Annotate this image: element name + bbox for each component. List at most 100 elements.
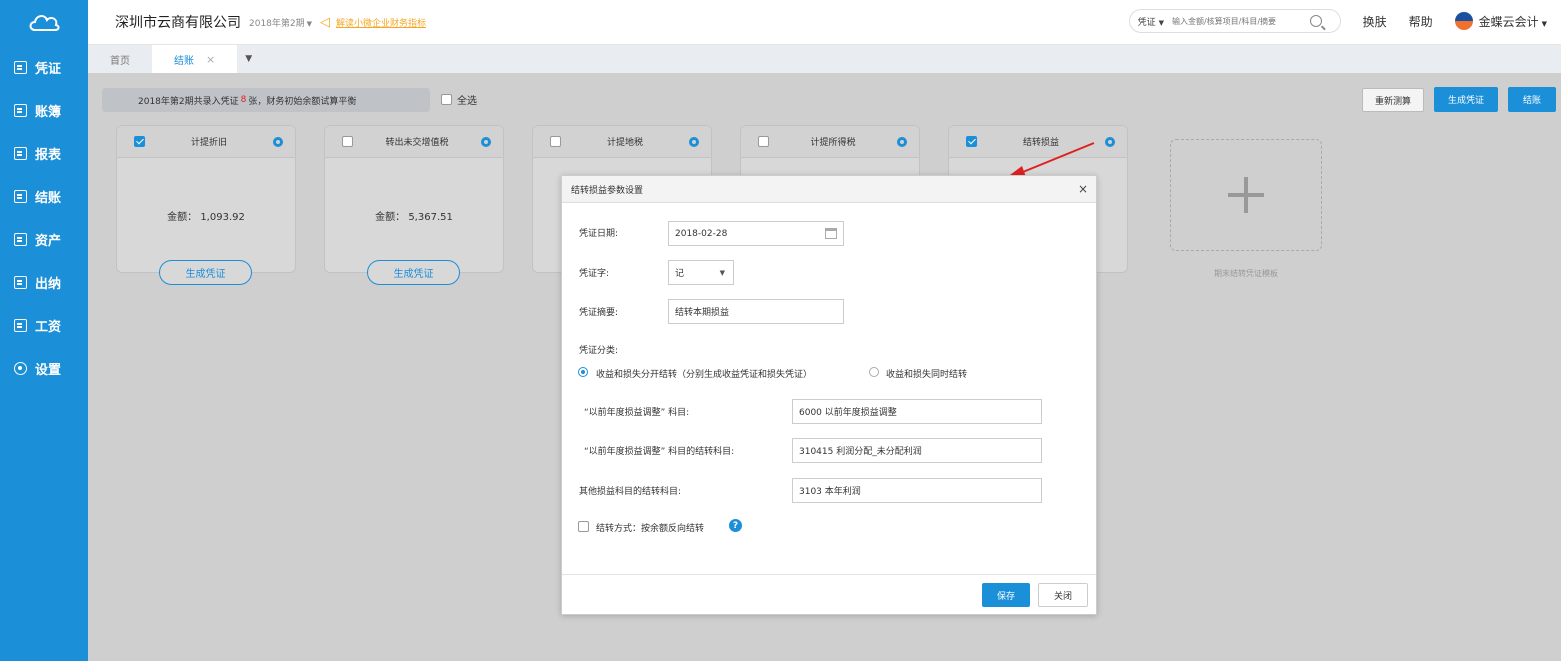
select-all-label: 全选 xyxy=(457,96,477,107)
card-checkbox[interactable] xyxy=(966,136,977,147)
ledger-icon xyxy=(14,104,27,117)
other-transfer-field[interactable]: 3103 本年利润 xyxy=(792,478,1042,503)
sidebar-item-assets[interactable]: 资产 xyxy=(0,218,88,261)
gear-icon[interactable] xyxy=(689,136,699,147)
sidebar-item-label: 设置 xyxy=(35,363,62,378)
close-button[interactable]: 关闭 xyxy=(1038,583,1088,607)
gear-icon[interactable] xyxy=(1105,136,1115,147)
voucher-count: 8 xyxy=(240,95,247,105)
add-template-tile[interactable] xyxy=(1170,139,1322,251)
dialog-footer: 保存 关闭 xyxy=(562,574,1096,614)
prior-transfer-field[interactable]: 310415 利润分配_未分配利润 xyxy=(792,438,1042,463)
payroll-icon xyxy=(14,319,27,332)
tab-label: 结账 xyxy=(174,55,194,67)
tab-label: 首页 xyxy=(110,55,130,67)
cloud-icon xyxy=(29,15,60,31)
gear-icon xyxy=(14,362,27,375)
voucher-word-label: 凭证字: xyxy=(579,269,610,279)
sidebar-item-label: 报表 xyxy=(35,148,62,163)
sidebar-item-label: 结账 xyxy=(35,191,62,206)
top-bar: 深圳市云商有限公司 2018年第2期▼ ◁ 解读小微企业财务指标 凭证▼ 换肤 … xyxy=(88,0,1561,45)
add-template-label: 期末结转凭证模板 xyxy=(1214,269,1278,278)
search-input[interactable] xyxy=(1171,16,1304,26)
profit-loss-settings-dialog: 结转损益参数设置 × 凭证日期: 2018-02-28 凭证字: 记 ▼ 凭证摘… xyxy=(561,175,1097,615)
radio-combined-label: 收益和损失同时结转 xyxy=(886,370,968,380)
card-checkbox[interactable] xyxy=(134,136,145,147)
voucher-word-select[interactable]: 记 ▼ xyxy=(668,260,734,285)
card-header: 计提折旧 xyxy=(117,126,295,158)
search-type-label: 凭证 xyxy=(1137,17,1156,28)
notice-link[interactable]: 解读小微企业财务指标 xyxy=(336,16,426,29)
sidebar-item-label: 账簿 xyxy=(35,105,62,120)
period-selector[interactable]: 2018年第2期 ▼ xyxy=(249,16,312,29)
sidebar-item-label: 出纳 xyxy=(35,277,62,292)
gear-icon[interactable] xyxy=(897,136,907,147)
card-depreciation: 计提折旧 金额： 1,093.92 生成凭证 xyxy=(116,125,296,285)
skin-link[interactable]: 换肤 xyxy=(1363,13,1387,30)
date-value: 2018-02-28 xyxy=(675,228,728,239)
summary-value: 结转本期损益 xyxy=(675,308,730,318)
tab-more-icon[interactable]: ▼ xyxy=(245,45,252,73)
radio-separate-transfer[interactable] xyxy=(578,367,588,377)
save-button[interactable]: 保存 xyxy=(982,583,1030,607)
sidebar-item-cashier[interactable]: 出纳 xyxy=(0,261,88,304)
card-title: 计提折旧 xyxy=(190,138,227,148)
tab-bar: 首页 结账 × ▼ xyxy=(88,45,1561,73)
tab-home[interactable]: 首页 xyxy=(88,45,152,73)
card-vat-transfer: 转出未交增值税 金额： 5,367.51 生成凭证 xyxy=(324,125,504,285)
caret-down-icon: ▼ xyxy=(306,19,313,28)
close-icon[interactable]: × xyxy=(206,53,215,66)
gear-icon[interactable] xyxy=(481,136,491,147)
avatar[interactable] xyxy=(1454,12,1473,30)
close-period-button[interactable]: 结账 xyxy=(1508,87,1556,112)
sidebar: 凭证 账簿 报表 结账 资产 出纳 工资 设置 xyxy=(0,0,88,661)
other-transfer-label: 其他损益科目的结转科目: xyxy=(579,487,682,497)
prior-adjustment-label: “以前年度损益调整” 科目: xyxy=(584,408,690,418)
card-checkbox[interactable] xyxy=(758,136,769,147)
calendar-icon[interactable] xyxy=(825,228,837,239)
closing-icon xyxy=(14,190,27,203)
radio-combined-transfer[interactable] xyxy=(869,367,879,377)
help-link[interactable]: 帮助 xyxy=(1409,13,1433,30)
sidebar-item-settings[interactable]: 设置 xyxy=(0,347,88,390)
generate-voucher-button[interactable]: 生成凭证 xyxy=(159,260,252,285)
caret-down-icon: ▼ xyxy=(1541,19,1547,28)
cloud-logo-icon[interactable] xyxy=(0,0,88,44)
card-amount: 金额： 5,367.51 xyxy=(375,212,453,223)
card-checkbox[interactable] xyxy=(550,136,561,147)
voucher-icon xyxy=(14,61,27,74)
caret-down-icon: ▼ xyxy=(719,269,725,277)
close-icon[interactable]: × xyxy=(1078,182,1088,196)
checkbox-icon xyxy=(441,94,452,105)
prior-transfer-label: “以前年度损益调整” 科目的结转科目: xyxy=(584,447,735,457)
card-title: 计提地税 xyxy=(606,138,643,148)
transfer-method-checkbox[interactable] xyxy=(578,521,589,532)
prior-transfer-value: 310415 利润分配_未分配利润 xyxy=(799,447,922,457)
sidebar-item-closing[interactable]: 结账 xyxy=(0,175,88,218)
select-all-checkbox[interactable]: 全选 xyxy=(441,92,477,107)
date-field[interactable]: 2018-02-28 xyxy=(668,221,844,246)
banner-prefix: 2018年第2期共录入凭证 xyxy=(138,96,239,107)
sidebar-item-voucher[interactable]: 凭证 xyxy=(0,46,88,89)
dialog-title: 结转损益参数设置 xyxy=(571,185,644,196)
search-box: 凭证 ▼ xyxy=(1128,9,1341,33)
dialog-header: 结转损益参数设置 × xyxy=(562,176,1096,203)
sidebar-item-payroll[interactable]: 工资 xyxy=(0,304,88,347)
user-menu[interactable]: 金蝶云会计 ▼ xyxy=(1479,13,1547,30)
card-title: 计提所得税 xyxy=(810,138,856,148)
card-header: 计提地税 xyxy=(533,126,711,158)
summary-field[interactable]: 结转本期损益 xyxy=(668,299,844,324)
search-type-selector[interactable]: 凭证 ▼ xyxy=(1138,15,1164,28)
recalculate-button[interactable]: 重新测算 xyxy=(1362,88,1424,112)
prior-adjustment-field[interactable]: 6000 以前年度损益调整 xyxy=(792,399,1042,424)
card-title: 转出未交增值税 xyxy=(385,138,449,148)
help-icon[interactable]: ? xyxy=(729,519,742,532)
search-icon[interactable] xyxy=(1309,15,1322,27)
tab-closing[interactable]: 结账 × xyxy=(152,45,238,73)
generate-voucher-button[interactable]: 生成凭证 xyxy=(367,260,460,285)
generate-vouchers-button[interactable]: 生成凭证 xyxy=(1434,87,1498,112)
sidebar-item-reports[interactable]: 报表 xyxy=(0,132,88,175)
gear-icon[interactable] xyxy=(273,136,283,147)
sidebar-item-ledger[interactable]: 账簿 xyxy=(0,89,88,132)
card-checkbox[interactable] xyxy=(342,136,353,147)
